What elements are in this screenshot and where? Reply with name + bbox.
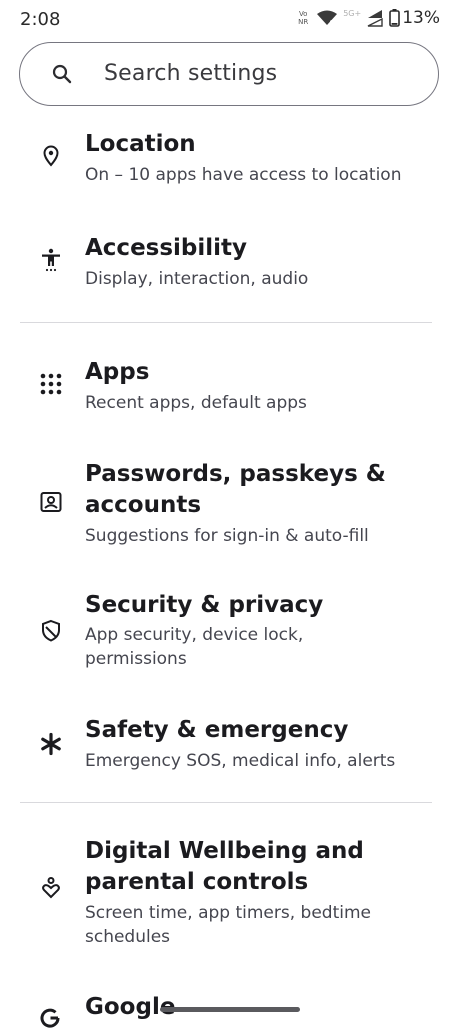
item-subtitle: Emergency SOS, medical info, alerts [85, 751, 396, 771]
shield-icon [42, 619, 60, 642]
item-subtitle: Recent apps, default apps [85, 393, 307, 413]
battery: 13% [389, 8, 440, 28]
item-title-line1: Digital Wellbeing and [85, 838, 364, 864]
accessibility-icon [42, 248, 60, 272]
wellbeing-icon [42, 877, 60, 899]
battery-percent: 13% [402, 8, 440, 28]
asterisk-icon [41, 732, 61, 756]
location-pin-icon [43, 145, 59, 167]
item-subtitle: Suggestions for sign-in & auto-fill [85, 526, 369, 546]
wifi-icon [317, 10, 338, 25]
settings-item-apps[interactable]: Apps Recent apps, default apps [0, 356, 460, 436]
settings-item-security-privacy[interactable]: Security & privacy App security, device … [0, 589, 460, 679]
settings-item-passwords-accounts[interactable]: Passwords, passkeys & accounts Suggestio… [0, 458, 460, 558]
item-title: Security & privacy [85, 592, 324, 618]
search-placeholder: Search settings [104, 61, 278, 86]
item-subtitle-line2: permissions [85, 649, 187, 669]
item-subtitle: Display, interaction, audio [85, 269, 309, 289]
apps-grid-icon [40, 373, 62, 395]
settings-item-accessibility[interactable]: Accessibility Display, interaction, audi… [0, 232, 460, 312]
search-icon [52, 64, 72, 84]
status-bar: 2:08 Vo NR 5G+ 13% [0, 0, 460, 40]
item-title: Accessibility [85, 235, 248, 261]
item-subtitle: On – 10 apps have access to location [85, 165, 402, 185]
item-subtitle-line1: App security, device lock, [85, 625, 304, 645]
gesture-nav-handle[interactable] [160, 1007, 300, 1012]
item-subtitle-line2: schedules [85, 927, 171, 947]
volte-indicator: Vo NR [298, 10, 309, 26]
account-box-icon [40, 492, 62, 512]
network-type: 5G+ [343, 8, 362, 18]
section-divider [20, 802, 432, 803]
settings-item-digital-wellbeing[interactable]: Digital Wellbeing and parental controls … [0, 836, 460, 956]
status-icons: Vo NR 5G+ 13% [295, 8, 440, 28]
item-subtitle-line1: Screen time, app timers, bedtime [85, 903, 371, 923]
item-title-line1: Passwords, passkeys & [85, 461, 386, 487]
signal-icon [367, 10, 383, 27]
item-title: Location [85, 131, 196, 157]
google-g-icon [40, 1008, 60, 1028]
search-bar[interactable]: Search settings [19, 42, 439, 106]
settings-item-safety-emergency[interactable]: Safety & emergency Emergency SOS, medica… [0, 714, 460, 794]
item-title: Apps [85, 359, 150, 385]
status-time: 2:08 [20, 9, 61, 30]
item-title-line2: accounts [85, 492, 202, 518]
battery-icon [389, 9, 401, 27]
item-title: Safety & emergency [85, 717, 349, 743]
item-title-line2: parental controls [85, 869, 309, 895]
section-divider [20, 322, 432, 323]
settings-item-location[interactable]: Location On – 10 apps have access to loc… [0, 128, 460, 208]
